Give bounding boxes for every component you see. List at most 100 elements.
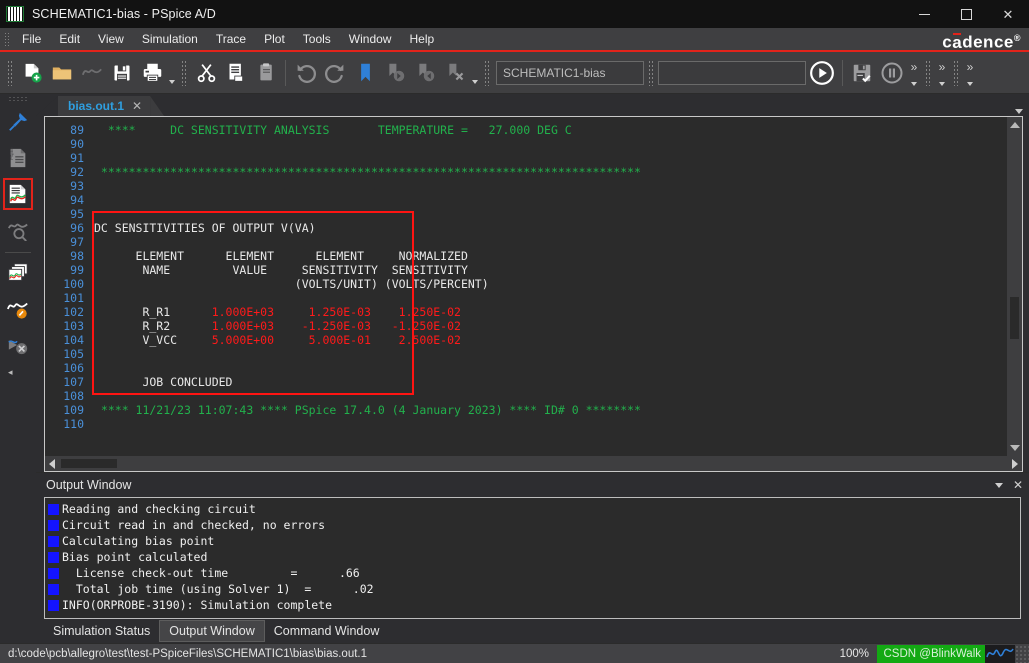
- bookmark-dropdown-caret[interactable]: [470, 58, 480, 88]
- output-window-menu-caret[interactable]: [994, 482, 1003, 488]
- toolbar-overflow-2[interactable]: »: [935, 57, 949, 89]
- waveform-icon[interactable]: [77, 57, 107, 89]
- menu-item-edit[interactable]: Edit: [50, 29, 89, 49]
- tab-close-icon[interactable]: ✕: [132, 99, 142, 113]
- output-file-icon[interactable]: [3, 178, 33, 210]
- message-text: INFO(ORPROBE-3190): Simulation complete: [62, 598, 333, 612]
- output-message-list[interactable]: Reading and checking circuit Circuit read…: [44, 497, 1021, 619]
- dock-drag-grip[interactable]: [8, 96, 28, 102]
- line-number: 94: [70, 193, 84, 207]
- undo-icon[interactable]: [290, 57, 320, 89]
- waveform-marker-icon[interactable]: [3, 293, 33, 325]
- copy-icon[interactable]: [221, 57, 251, 89]
- output-message-row[interactable]: License check-out time = .66: [48, 565, 1020, 581]
- scroll-down-icon[interactable]: [1009, 445, 1020, 451]
- toolbar-overflow-1[interactable]: »: [907, 57, 921, 89]
- pin-panel-icon[interactable]: [3, 106, 33, 138]
- menu-item-tools[interactable]: Tools: [294, 29, 340, 49]
- bookmark-icon[interactable]: [350, 57, 380, 89]
- output-message-row[interactable]: Circuit read in and checked, no errors: [48, 517, 1020, 533]
- overflow-caret-3: [967, 81, 973, 86]
- code-content[interactable]: **** DC SENSITIVITY ANALYSIS TEMPERATURE…: [90, 117, 1007, 456]
- pspice-application-window: SCHEMATIC1-bias - PSpice A/D ✕ File Edit…: [0, 0, 1029, 663]
- output-window-close-icon[interactable]: ✕: [1013, 479, 1023, 491]
- toolbar-drag-grip-6[interactable]: [953, 59, 959, 86]
- scroll-right-icon[interactable]: [1012, 458, 1018, 469]
- code-line: ****************************************…: [90, 165, 1007, 179]
- menu-item-trace[interactable]: Trace: [207, 29, 255, 49]
- bookmark-clear-icon[interactable]: [440, 57, 470, 89]
- maximize-icon: [960, 8, 972, 20]
- output-message-row[interactable]: Total job time (using Solver 1) = .02: [48, 581, 1020, 597]
- menu-item-help[interactable]: Help: [400, 29, 443, 49]
- redo-icon[interactable]: [320, 57, 350, 89]
- code-line: DC SENSITIVITIES OF OUTPUT V(VA): [90, 221, 1007, 235]
- simulation-profile-field[interactable]: SCHEMATIC1-bias: [496, 60, 644, 85]
- toolbar-drag-grip-4[interactable]: [648, 59, 654, 86]
- line-number: 101: [63, 291, 84, 305]
- paste-icon[interactable]: [251, 57, 281, 89]
- code-line: ELEMENT ELEMENT ELEMENT NORMALIZED: [90, 249, 1007, 263]
- editor-horizontal-scrollbar[interactable]: [45, 456, 1022, 471]
- open-folder-icon[interactable]: [47, 57, 77, 89]
- run-simulation-icon[interactable]: [806, 57, 838, 89]
- code-line: R_R2 1.000E+03 -1.250E-03 -1.250E-02: [90, 319, 1007, 333]
- output-message-row[interactable]: Bias point calculated: [48, 549, 1020, 565]
- tab-command-window[interactable]: Command Window: [265, 621, 389, 641]
- toolbar-drag-grip-5[interactable]: [925, 59, 931, 86]
- close-button[interactable]: ✕: [987, 0, 1029, 28]
- bookmark-next-icon[interactable]: [380, 57, 410, 89]
- minimize-button[interactable]: [903, 0, 945, 28]
- output-message-row[interactable]: Calculating bias point: [48, 533, 1020, 549]
- search-input[interactable]: [658, 60, 806, 85]
- tab-output-window[interactable]: Output Window: [159, 620, 265, 642]
- output-message-row[interactable]: Reading and checking circuit: [48, 501, 1020, 517]
- tab-strip-dropdown-caret[interactable]: [1015, 109, 1023, 114]
- save-check-icon[interactable]: [847, 57, 877, 89]
- windows-stack-icon[interactable]: [3, 257, 33, 289]
- menu-item-file[interactable]: File: [13, 29, 50, 49]
- code-segment: 1.000E+03 -1.250E-03 -1.250E-02: [211, 319, 461, 333]
- horizontal-scroll-thumb[interactable]: [61, 459, 117, 468]
- output-message-row[interactable]: INFO(ORPROBE-3190): Simulation complete: [48, 597, 1020, 613]
- line-number: 105: [63, 347, 84, 361]
- code-segment: R_R1: [94, 305, 212, 319]
- tab-lead-shape: [36, 96, 58, 116]
- overflow-chevron-icon-3: »: [966, 59, 974, 74]
- maximize-button[interactable]: [945, 0, 987, 28]
- waveform-tools-icon[interactable]: [3, 329, 33, 361]
- editor-vertical-scrollbar[interactable]: [1007, 117, 1022, 456]
- print-icon[interactable]: [137, 57, 167, 89]
- scroll-left-icon[interactable]: [49, 458, 55, 469]
- toolbar-drag-grip-3[interactable]: [484, 59, 490, 86]
- tab-simulation-status[interactable]: Simulation Status: [44, 621, 159, 641]
- menu-item-simulation[interactable]: Simulation: [133, 29, 207, 49]
- menu-item-window[interactable]: Window: [340, 29, 401, 49]
- watermark-logo-icon: [985, 645, 1015, 663]
- brand-c: c: [942, 32, 953, 52]
- menu-drag-grip[interactable]: [4, 32, 10, 46]
- print-dropdown-caret[interactable]: [167, 58, 177, 88]
- pause-simulation-icon[interactable]: [877, 57, 907, 89]
- line-number: 97: [70, 235, 84, 249]
- menu-item-plot[interactable]: Plot: [255, 29, 294, 49]
- waveform-search-icon[interactable]: [3, 214, 33, 246]
- save-icon[interactable]: [107, 57, 137, 89]
- bookmark-prev-icon[interactable]: [410, 57, 440, 89]
- vertical-scroll-thumb[interactable]: [1010, 297, 1019, 339]
- tab-bias-out-1[interactable]: bias.out.1 ✕: [58, 96, 151, 116]
- line-number: 109: [63, 403, 84, 417]
- toolbar-drag-grip-1[interactable]: [7, 59, 13, 86]
- dock-collapse-arrow[interactable]: ◂: [8, 367, 13, 378]
- menu-item-view[interactable]: View: [89, 29, 133, 49]
- toolbar-overflow-3[interactable]: »: [963, 57, 977, 89]
- cut-icon[interactable]: [191, 57, 221, 89]
- new-file-icon[interactable]: [17, 57, 47, 89]
- pspice-file-icon[interactable]: PSpice: [3, 142, 33, 174]
- scroll-up-icon[interactable]: [1009, 122, 1020, 128]
- toolbar-drag-grip-2[interactable]: [181, 59, 187, 86]
- code-segment: 1.000E+03 1.250E-03 1.250E-02: [211, 305, 461, 319]
- window-resize-grip[interactable]: [1015, 645, 1029, 663]
